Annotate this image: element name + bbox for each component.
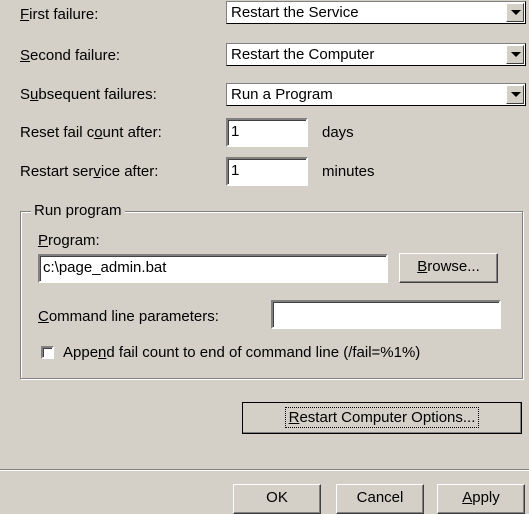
run-program-group-title: Run program: [31, 202, 125, 220]
append-fail-count-checkbox[interactable]: [41, 346, 54, 359]
cancel-button[interactable]: Cancel: [336, 484, 424, 514]
program-value: c:\page_admin.bat: [43, 259, 167, 276]
reset-fail-count-label: Reset fail count after:: [20, 124, 162, 141]
first-failure-value: Restart the Service: [231, 4, 359, 21]
restart-service-input[interactable]: 1: [226, 157, 308, 186]
first-failure-label: First failure:: [20, 6, 99, 23]
subsequent-failures-value: Run a Program: [231, 86, 333, 103]
reset-fail-count-input[interactable]: 1: [226, 118, 308, 147]
reset-fail-count-value: 1: [231, 123, 240, 140]
first-failure-combo[interactable]: Restart the Service: [226, 1, 526, 24]
second-failure-combo[interactable]: Restart the Computer: [226, 43, 526, 66]
restart-options-label: Restart Computer Options...: [284, 407, 480, 428]
restart-service-unit: minutes: [322, 163, 375, 180]
chevron-down-icon[interactable]: [506, 85, 524, 104]
restart-service-label: Restart service after:: [20, 163, 159, 180]
params-input[interactable]: [271, 300, 501, 329]
program-input[interactable]: c:\page_admin.bat: [38, 254, 388, 283]
chevron-down-icon[interactable]: [506, 45, 524, 64]
params-label: Command line parameters:: [38, 308, 219, 325]
ok-button[interactable]: OK: [233, 484, 321, 514]
browse-button[interactable]: Browse...: [399, 253, 498, 283]
reset-fail-count-unit: days: [322, 124, 354, 141]
restart-computer-options-button[interactable]: Restart Computer Options...: [242, 402, 522, 434]
program-label: Program:: [38, 232, 100, 249]
separator-highlight: [0, 470, 529, 471]
subsequent-failures-label: Subsequent failures:: [20, 86, 157, 103]
subsequent-failures-combo[interactable]: Run a Program: [226, 83, 526, 106]
chevron-down-icon[interactable]: [506, 3, 524, 22]
second-failure-value: Restart the Computer: [231, 46, 375, 63]
append-fail-count-label: Append fail count to end of command line…: [63, 344, 421, 361]
restart-service-value: 1: [231, 162, 240, 179]
second-failure-label: Second failure:: [20, 47, 121, 64]
apply-button[interactable]: Apply: [437, 484, 525, 514]
